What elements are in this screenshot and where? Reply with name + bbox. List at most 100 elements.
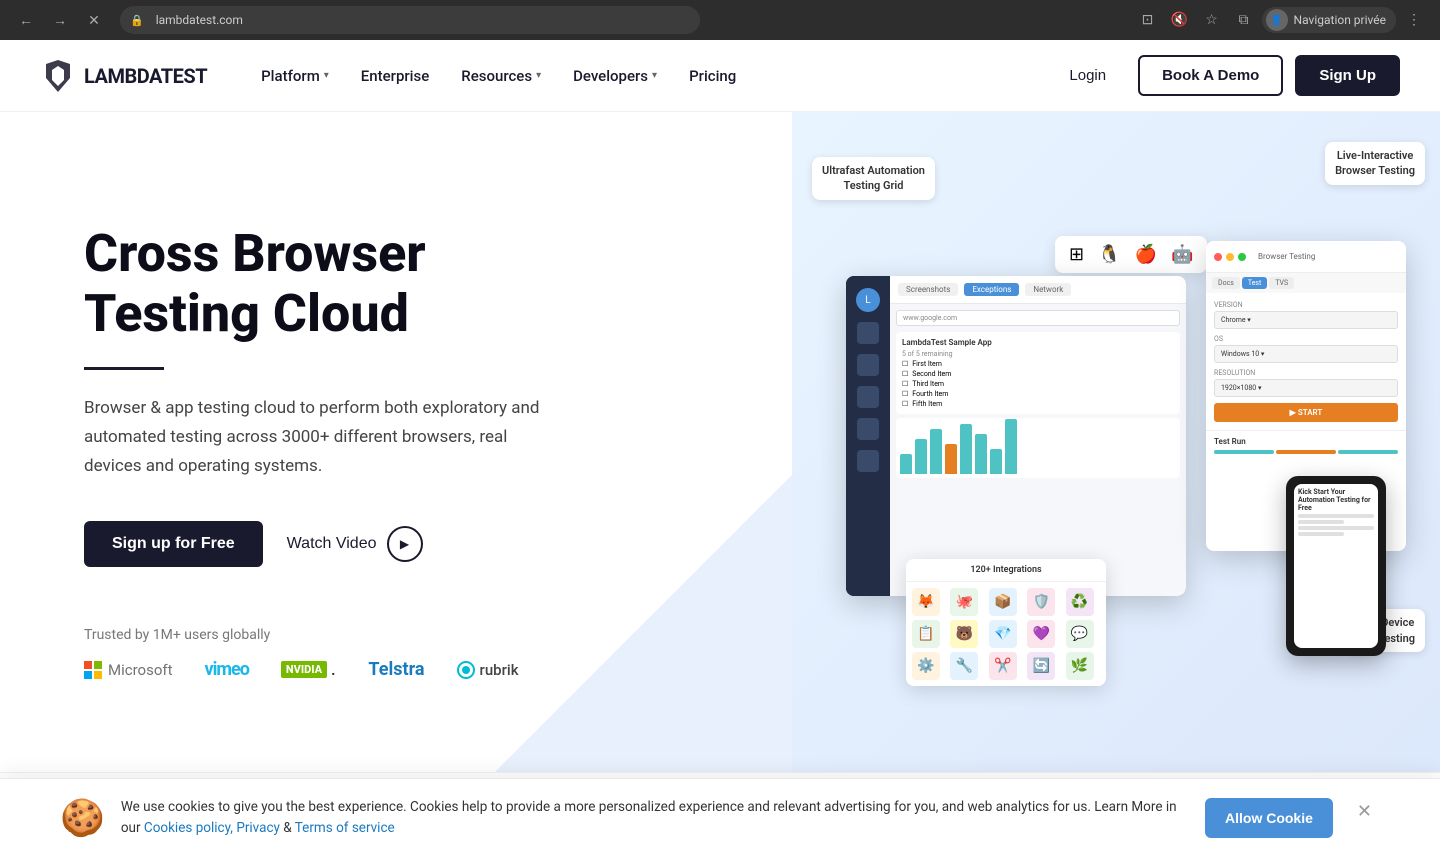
nav-enterprise[interactable]: Enterprise [347,59,443,93]
pip-icon[interactable]: ⧉ [1230,6,1258,34]
mock-screenshots: ⊞ 🐧 🍎 🤖 L Screenshots Ex [826,226,1406,706]
bar-1 [900,454,912,474]
mock-live-header: Browser Testing [1206,241,1406,273]
live-testing-chip: Live-Interactive Browser Testing [1325,142,1425,185]
profile-badge[interactable]: 👤 Navigation privée [1262,7,1396,33]
macos-icon: 🍎 [1135,244,1157,265]
lock-icon: 🔒 [130,14,144,27]
nav-platform[interactable]: Platform ▾ [247,59,343,93]
mock-content: Screenshots Exceptions Network www.googl… [890,276,1186,596]
site-nav: Platform ▾ Enterprise Resources ▾ Develo… [247,59,1049,93]
url-text: lambdatest.com [156,13,690,27]
hero-actions: Sign up for Free Watch Video ▶ [84,521,752,567]
watch-video-button[interactable]: Watch Video ▶ [287,526,423,562]
android-icon: 🤖 [1171,244,1193,265]
nav-resources[interactable]: Resources ▾ [447,59,555,93]
vimeo-logo: vimeo [205,659,249,680]
mock-chart [896,418,1180,478]
int-icon-2: 🐙 [950,588,978,616]
close-button[interactable]: ✕ [80,6,108,34]
watch-video-label: Watch Video [287,535,377,553]
mobile-device-mock: Kick Start Your Automation Testing for F… [1286,476,1386,656]
microsoft-logo: Microsoft [84,661,173,679]
bar-6 [975,434,987,474]
int-icon-5: ♻️ [1066,588,1094,616]
hero-title: Cross Browser Testing Cloud [84,224,604,344]
hero-section: Cross Browser Testing Cloud Browser & ap… [0,112,1440,772]
back-button[interactable]: ← [12,6,40,34]
cookies-policy-link[interactable]: Cookies policy, [144,820,233,836]
integrations-header: 120+ Integrations [906,559,1106,582]
address-bar[interactable]: 🔒 lambdatest.com [120,6,700,34]
int-icon-1: 🦊 [912,588,940,616]
chevron-down-icon-resources: ▾ [536,70,541,81]
int-icon-15: 🌿 [1066,652,1094,680]
dashboard-mock: L Screenshots Exceptions Network [846,276,1186,596]
profile-label: Navigation privée [1294,13,1386,27]
int-icon-14: 🔄 [1027,652,1055,680]
privacy-link[interactable]: Privacy [236,820,280,836]
signup-free-button[interactable]: Sign up for Free [84,521,263,567]
mock-url: www.google.com [896,310,1180,326]
mock-list: LambdaTest Sample App 5 of 5 remaining ☐… [896,332,1180,414]
mobile-screen: Kick Start Your Automation Testing for F… [1294,484,1378,648]
browser-chrome: ← → ✕ 🔒 lambdatest.com ⊡ 🔇 ☆ ⧉ 👤 Navigat… [0,0,1440,40]
browser-nav-buttons: ← → ✕ [12,6,108,34]
trusted-section: Trusted by 1M+ users globally Microsoft … [84,627,752,680]
book-demo-button[interactable]: Book A Demo [1138,55,1283,96]
mock-body: www.google.com LambdaTest Sample App 5 o… [890,304,1186,484]
terms-link[interactable]: Terms of service [295,820,395,836]
allow-cookie-button[interactable]: Allow Cookie [1205,798,1333,838]
mock-live-form: VERSION Chrome ▾ OS Windows 10 ▾ RESOLUT… [1206,293,1406,430]
nav-developers[interactable]: Developers ▾ [559,59,671,93]
int-icon-9: 💜 [1027,620,1055,648]
int-icon-13: ✂️ [989,652,1017,680]
cookie-banner: 🍪 We use cookies to give you the best ex… [0,778,1440,858]
test-run-area: Test Run [1206,430,1406,463]
bar-2 [915,439,927,474]
mock-tab-3: Network [1025,283,1071,296]
star-icon[interactable]: ☆ [1198,6,1226,34]
logo-icon [40,58,76,94]
linux-icon: 🐧 [1098,244,1120,265]
bar-5 [960,424,972,474]
hero-content: Cross Browser Testing Cloud Browser & ap… [0,112,792,772]
chevron-down-icon: ▾ [324,70,329,81]
trusted-label: Trusted by 1M+ users globally [84,627,752,643]
login-button[interactable]: Login [1049,57,1126,94]
sidebar-item-5 [857,450,879,472]
signup-button[interactable]: Sign Up [1295,55,1400,96]
bar-7 [990,449,1002,474]
cast-icon[interactable]: ⊡ [1134,6,1162,34]
microsoft-icon [84,661,102,679]
int-icon-3: 📦 [989,588,1017,616]
int-icon-12: 🔧 [950,652,978,680]
rubrik-logo: rubrik [457,661,519,679]
nvidia-logo: NVIDIA . [281,661,337,679]
logo[interactable]: LAMBDATEST [40,58,207,94]
os-icons-panel: ⊞ 🐧 🍎 🤖 [1055,236,1207,273]
telstra-logo: Telstra [368,659,424,680]
header-right: Login Book A Demo Sign Up [1049,55,1400,96]
windows-icon: ⊞ [1069,244,1084,265]
automation-chip: Ultrafast Automation Testing Grid [812,157,935,200]
nav-pricing[interactable]: Pricing [675,59,750,93]
sidebar-item-2 [857,354,879,376]
site-header: LAMBDATEST Platform ▾ Enterprise Resourc… [0,40,1440,112]
logo-text: LAMBDATEST [84,64,207,88]
sidebar-item-1 [857,322,879,344]
int-icon-11: ⚙️ [912,652,940,680]
int-icon-10: 💬 [1066,620,1094,648]
close-cookie-button[interactable]: ✕ [1349,797,1380,826]
forward-button[interactable]: → [46,6,74,34]
cookie-text: We use cookies to give you the best expe… [121,797,1189,840]
mock-tabs: Screenshots Exceptions Network [890,276,1186,304]
int-icon-8: 💎 [989,620,1017,648]
hero-divider [84,367,164,370]
mute-icon[interactable]: 🔇 [1166,6,1194,34]
avatar: 👤 [1266,9,1288,31]
integrations-panel: 120+ Integrations 🦊 🐙 📦 🛡️ ♻️ 📋 🐻 💎 💜 💬 … [906,559,1106,686]
menu-icon[interactable]: ⋮ [1400,6,1428,34]
mock-live-tabs: Docs Test TVS [1206,273,1406,293]
browser-toolbar: ⊡ 🔇 ☆ ⧉ 👤 Navigation privée ⋮ [1134,6,1428,34]
